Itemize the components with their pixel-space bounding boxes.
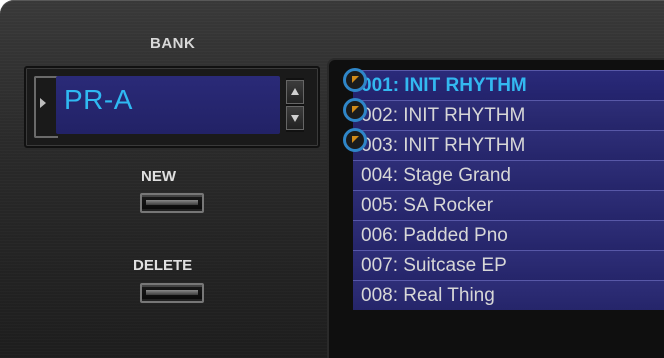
- bank-selector: PR-A: [24, 66, 320, 148]
- arrow-up-icon: [291, 88, 299, 95]
- patch-name: 002: INIT RHYTHM: [361, 105, 526, 126]
- bank-spinner: [286, 78, 304, 132]
- patch-list-item[interactable]: 007: Suitcase EP: [353, 250, 664, 280]
- bank-label: BANK: [150, 35, 196, 52]
- patch-list-item[interactable]: 003: INIT RHYTHM: [353, 130, 664, 160]
- bank-up-button[interactable]: [286, 80, 304, 104]
- patch-list-item[interactable]: 004: Stage Grand: [353, 160, 664, 190]
- patch-list-item[interactable]: 005: SA Rocker: [353, 190, 664, 220]
- bank-value: PR-A: [64, 84, 133, 115]
- patch-name: 007: Suitcase EP: [361, 255, 507, 276]
- patch-name: 006: Padded Pno: [361, 225, 508, 246]
- patch-browser-panel: BANK PR-A NEW DELETE 001: INIT RHYTHM 002…: [0, 0, 664, 358]
- flag-icon: [352, 106, 359, 113]
- bank-display[interactable]: PR-A: [56, 76, 280, 134]
- delete-button[interactable]: [140, 283, 204, 303]
- patch-name: 005: SA Rocker: [361, 195, 494, 216]
- bank-down-button[interactable]: [286, 106, 304, 130]
- patch-name: 003: INIT RHYTHM: [361, 135, 526, 156]
- bank-bracket: [34, 76, 58, 138]
- flag-icon: [352, 136, 359, 143]
- arrow-down-icon: [291, 115, 299, 122]
- patch-list-item[interactable]: 006: Padded Pno: [353, 220, 664, 250]
- marker-flag-icon[interactable]: [343, 128, 367, 152]
- patch-list-item[interactable]: 002: INIT RHYTHM: [353, 100, 664, 130]
- marker-flag-icon[interactable]: [343, 68, 367, 92]
- patch-name: 001: INIT RHYTHM: [361, 75, 527, 96]
- patch-list-item[interactable]: 001: INIT RHYTHM: [353, 70, 664, 100]
- new-button[interactable]: [140, 193, 204, 213]
- new-label: NEW: [141, 168, 176, 185]
- delete-label: DELETE: [133, 257, 193, 274]
- flag-icon: [352, 76, 359, 83]
- patch-list-item[interactable]: 008: Real Thing: [353, 280, 664, 310]
- patch-list: 001: INIT RHYTHM 002: INIT RHYTHM 003: INI…: [327, 58, 664, 358]
- patch-name: 004: Stage Grand: [361, 165, 511, 186]
- play-arrow-icon: [40, 98, 46, 108]
- patch-name: 008: Real Thing: [361, 285, 495, 306]
- marker-flag-icon[interactable]: [343, 98, 367, 122]
